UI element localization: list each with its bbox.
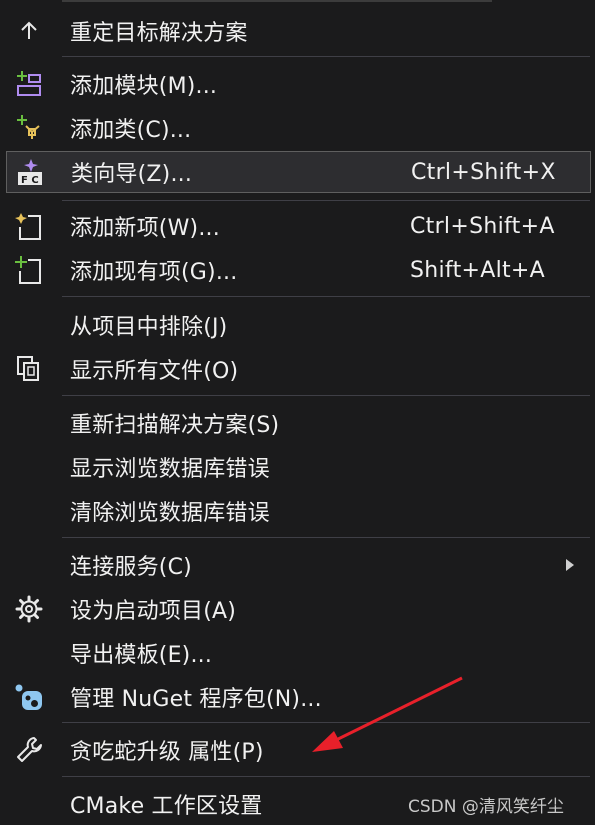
annotation-arrow: [312, 676, 463, 752]
watermark: CSDN @清风笑纤尘: [408, 797, 564, 817]
